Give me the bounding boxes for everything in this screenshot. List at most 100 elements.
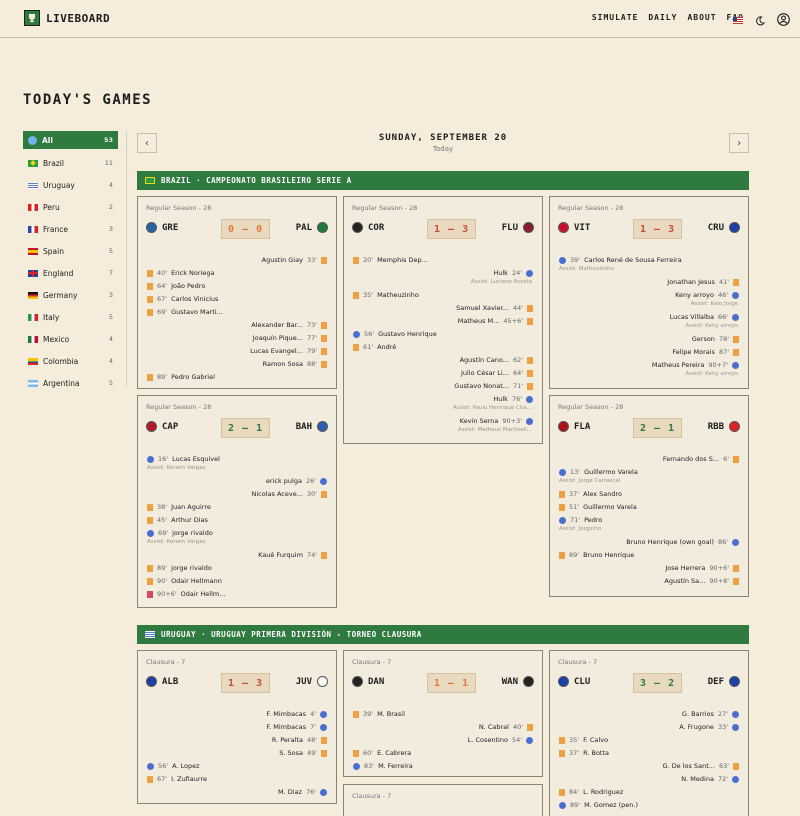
- event-player: M. Diaz: [277, 788, 302, 796]
- sidebar-item-argentina[interactable]: Argentina 5: [23, 372, 118, 394]
- sidebar-item-uruguay[interactable]: Uruguay 4: [23, 174, 118, 196]
- event-player: Felipe Morais: [672, 348, 715, 356]
- event-player: Lucas Esquivel: [172, 455, 220, 463]
- sidebar-item-england[interactable]: England 7: [23, 262, 118, 284]
- brand-logo[interactable]: LIVEBOARD: [24, 10, 110, 26]
- yellow-card-icon: [321, 736, 327, 744]
- away-team[interactable]: DEF: [708, 676, 740, 687]
- sidebar-item-label: Peru: [43, 202, 60, 212]
- sidebar-item-label: Uruguay: [43, 180, 75, 190]
- home-team[interactable]: CAP: [146, 421, 178, 432]
- sidebar-item-italy[interactable]: Italy 5: [23, 306, 118, 328]
- match-event: N. Cabral 40': [479, 722, 533, 732]
- home-team[interactable]: GRE: [146, 222, 178, 233]
- away-team[interactable]: PAL: [296, 222, 328, 233]
- match-event: G. De los Sant... 63': [662, 761, 739, 771]
- away-team[interactable]: WAN: [502, 676, 534, 687]
- event-minute: 62': [512, 356, 523, 364]
- away-team[interactable]: BAH: [296, 421, 328, 432]
- match-card[interactable]: Regular Season - 28 CAP 2 – 1 BAH 16' Luca…: [137, 395, 337, 608]
- home-team[interactable]: COR: [352, 222, 384, 233]
- event-minute: 38': [157, 503, 168, 511]
- match-event: 40' Erick Noriega: [147, 268, 214, 278]
- match-card[interactable]: Regular Season - 28 VIT 1 – 3 CRU 39' Carl…: [549, 196, 749, 389]
- sidebar-item-peru[interactable]: Peru 2: [23, 196, 118, 218]
- match-event: Keny arroyo 46': [675, 290, 739, 300]
- match-card[interactable]: Clausura - 7 CLU 3 – 2 DEF G. Barrios 27' A…: [549, 650, 749, 816]
- away-team[interactable]: CRU: [708, 222, 740, 233]
- event-minute: 35': [363, 291, 374, 299]
- match-event: 35' F. Calvo: [559, 735, 608, 745]
- sidebar-item-label: Argentina: [43, 378, 80, 388]
- home-team-crest-icon: [558, 676, 569, 687]
- event-player: E. Cabrera: [377, 749, 412, 757]
- away-team-abbr: WAN: [501, 676, 518, 687]
- home-team[interactable]: VIT: [558, 222, 590, 233]
- event-minute: 72': [717, 775, 728, 783]
- nav-simulate[interactable]: SIMULATE: [592, 13, 639, 22]
- nav-about[interactable]: ABOUT: [687, 13, 716, 22]
- sidebar-item-label: Italy: [43, 312, 60, 322]
- event-minute: 89': [569, 551, 580, 559]
- event-minute: 67': [157, 775, 168, 783]
- league-header-brazil[interactable]: BRAZIL · CAMPEONATO BRASILEIRO SERIE A: [137, 171, 749, 190]
- match-event: 60' E. Cabrera: [353, 748, 411, 758]
- user-account-icon[interactable]: [777, 11, 790, 30]
- sidebar-item-brazil[interactable]: Brazil 11: [23, 152, 118, 174]
- event-minute: 90': [157, 577, 168, 585]
- match-card[interactable]: Regular Season - 28 GRE 0 – 0 PAL Agustin…: [137, 196, 337, 389]
- yellow-card-icon: [733, 762, 739, 770]
- sidebar-item-mexico[interactable]: Mexico 4: [23, 328, 118, 350]
- yellow-card-icon: [147, 775, 153, 783]
- event-minute: 37': [569, 490, 580, 498]
- home-team[interactable]: DAN: [352, 676, 384, 687]
- goal-ball-icon: [559, 801, 566, 809]
- away-team[interactable]: RBB: [708, 421, 740, 432]
- sidebar-item-spain[interactable]: Spain 5: [23, 240, 118, 262]
- away-team-abbr: CRU: [707, 222, 724, 233]
- match-card[interactable]: Clausura - 7: [343, 784, 543, 816]
- match-event: 16' Lucas Esquivel: [147, 454, 220, 464]
- event-minute: 69': [158, 529, 169, 537]
- brazil-flag-icon: [145, 177, 155, 184]
- league-header-uruguay[interactable]: URUGUAY · URUGUAY PRIMERA DIVISIÓN - TOR…: [137, 625, 749, 644]
- away-team[interactable]: JUV: [296, 676, 328, 687]
- match-event: 39' M. Brasil: [353, 709, 405, 719]
- sidebar-item-all[interactable]: All 53: [23, 131, 118, 149]
- sidebar-item-count: 7: [108, 269, 113, 277]
- match-card[interactable]: Regular Season - 28 COR 1 – 3 FLU 20' Memp…: [343, 196, 543, 444]
- yellow-card-icon: [559, 749, 565, 757]
- goal-ball-icon: [732, 723, 739, 731]
- sidebar-item-colombia[interactable]: Colombia 4: [23, 350, 118, 372]
- event-minute: 84': [569, 788, 580, 796]
- goal-ball-icon: [559, 516, 566, 524]
- nav-daily[interactable]: DAILY: [648, 13, 677, 22]
- home-team[interactable]: CLU: [558, 676, 590, 687]
- event-player: Gustavo Henrique: [378, 330, 437, 338]
- match-event: F. Mimbacas 4': [266, 709, 327, 719]
- match-event: Agustin Giay 33': [262, 255, 327, 265]
- next-day-button[interactable]: ›: [729, 133, 749, 153]
- match-card[interactable]: Clausura - 7 ALB 1 – 3 JUV F. Mimbacas 4' F…: [137, 650, 337, 804]
- match-event: 89' Bruno Henrique: [559, 550, 634, 560]
- event-player: Pedro: [584, 516, 603, 524]
- home-team-abbr: COR: [368, 222, 385, 233]
- match-card[interactable]: Clausura - 7 DAN 1 – 1 WAN 39' M. Brasil N.…: [343, 650, 543, 777]
- home-team[interactable]: FLA: [558, 421, 590, 432]
- home-team[interactable]: ALB: [146, 676, 178, 687]
- away-team-crest-icon: [523, 222, 534, 233]
- event-player: Carlos Vinicius: [171, 295, 219, 303]
- event-player: L. Rodriguez: [583, 788, 624, 796]
- event-minute: 40': [512, 723, 523, 731]
- moon-icon[interactable]: [755, 11, 766, 30]
- event-minute: 54': [511, 736, 522, 744]
- sidebar-item-label: Spain: [43, 246, 64, 256]
- match-card[interactable]: Regular Season - 28 FLA 2 – 1 RBB Fernand…: [549, 395, 749, 597]
- away-team[interactable]: FLU: [502, 222, 534, 233]
- match-event: 56' Gustavo Henrique: [353, 329, 437, 339]
- sidebar-item-germany[interactable]: Germany 3: [23, 284, 118, 306]
- sidebar-item-france[interactable]: France 3: [23, 218, 118, 240]
- event-player: Lucas Evangel...: [250, 347, 303, 355]
- us-flag-icon[interactable]: [733, 17, 743, 24]
- date-subtitle: Today: [432, 145, 454, 153]
